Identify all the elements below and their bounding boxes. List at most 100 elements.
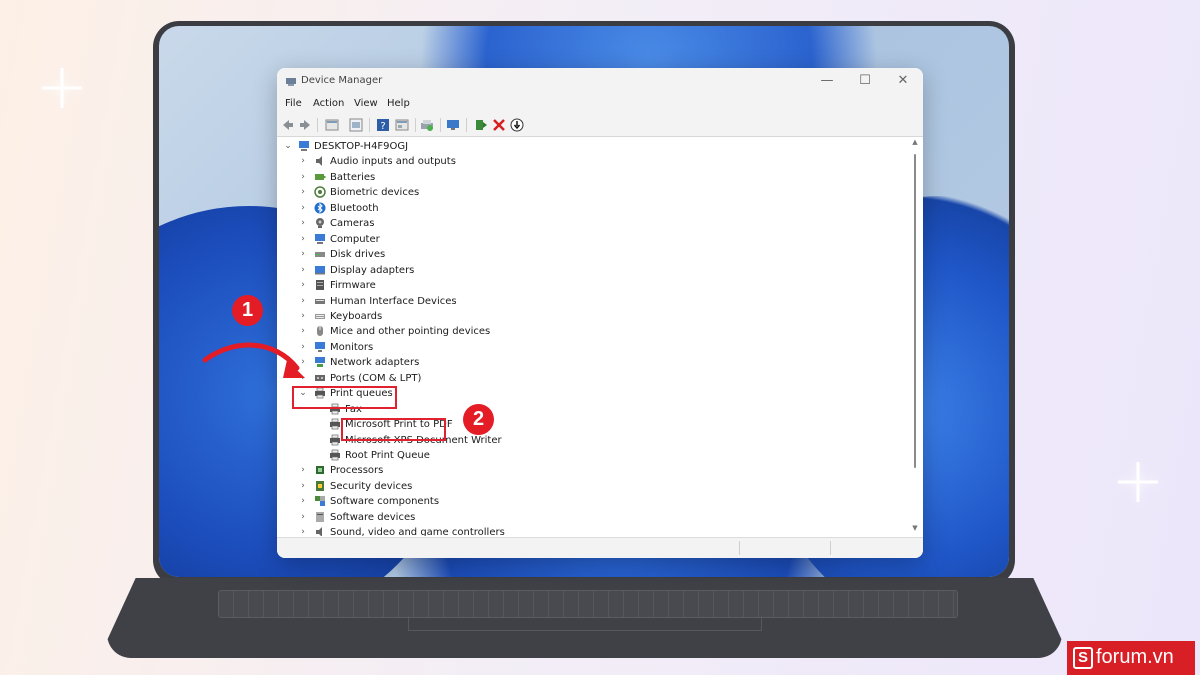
tree-item-label: DESKTOP-H4F9OGJ <box>314 141 409 152</box>
monitor-icon <box>315 341 325 352</box>
back-arrow-icon[interactable] <box>281 118 295 132</box>
tree-root[interactable]: ⌄ DESKTOP-H4F9OGJ <box>277 139 907 154</box>
expand-chevron-icon[interactable]: › <box>298 479 308 494</box>
device-manager-window: Device Manager — ☐ ✕ File Action View He… <box>277 68 923 558</box>
expand-chevron-icon[interactable]: › <box>298 232 308 247</box>
tree-category[interactable]: › Security devices <box>277 479 907 494</box>
network-adapter-icon <box>315 357 325 368</box>
scan-hardware-icon[interactable] <box>446 118 460 132</box>
tree-category[interactable]: ›Ports (COM & LPT) <box>277 371 907 386</box>
tree-category[interactable]: › Batteries <box>277 170 907 185</box>
tree-item-label: Mice and other pointing devices <box>330 326 491 338</box>
collapse-chevron-icon[interactable]: ⌄ <box>283 139 293 154</box>
view-resources-icon[interactable] <box>395 118 409 132</box>
tree-item-label: Ports (COM & LPT) <box>330 372 422 384</box>
expand-chevron-icon[interactable]: › <box>298 463 308 478</box>
enable-device-icon[interactable] <box>474 118 488 132</box>
disable-device-icon[interactable] <box>510 118 524 132</box>
printer-icon <box>330 434 340 445</box>
expand-chevron-icon[interactable]: › <box>298 494 308 509</box>
update-driver-icon[interactable] <box>420 118 434 132</box>
tree-category[interactable]: › Monitors <box>277 340 907 355</box>
tree-item-label: Computer <box>330 233 380 245</box>
tree-category[interactable]: › Audio inputs and outputs <box>277 154 907 169</box>
expand-chevron-icon[interactable]: › <box>298 263 308 278</box>
disk-drive-icon <box>315 252 325 258</box>
keyboard-icon <box>315 313 325 319</box>
tree-category[interactable]: › Computer <box>277 232 907 247</box>
close-button[interactable]: ✕ <box>884 70 922 92</box>
microsoft-print-to-pdf-highlight <box>341 418 446 441</box>
minimize-button[interactable]: — <box>808 70 846 92</box>
menu-file[interactable]: File <box>285 98 302 109</box>
forward-arrow-icon[interactable] <box>298 118 312 132</box>
tree-item-label: Audio inputs and outputs <box>330 156 456 168</box>
tree-category[interactable]: › Display adapters <box>277 263 907 278</box>
brand-logo: S forum.vn <box>1067 641 1195 675</box>
tree-category[interactable]: › Processors <box>277 463 907 478</box>
tree-device[interactable]: Root Print Queue <box>277 448 907 463</box>
tree-item-label: Network adapters <box>330 357 420 369</box>
keyboard <box>218 590 958 618</box>
tree-item-label: Cameras <box>330 218 375 230</box>
tree-category[interactable]: › Software components <box>277 494 907 509</box>
annotation-arrow <box>202 342 305 378</box>
help-icon[interactable]: ? <box>376 118 390 132</box>
tree-item-label: Batteries <box>330 171 376 183</box>
software-device-icon <box>316 511 324 522</box>
tree-item-label: Keyboards <box>330 310 383 322</box>
show-hidden-icon[interactable] <box>349 118 363 132</box>
tree-category[interactable]: › Biometric devices <box>277 185 907 200</box>
title-bar[interactable]: Device Manager — ☐ ✕ <box>277 68 923 94</box>
sparkle <box>42 68 82 108</box>
tree-category[interactable]: › Cameras <box>277 216 907 231</box>
scrollbar-thumb[interactable] <box>914 154 916 468</box>
tree-category[interactable]: › Firmware <box>277 278 907 293</box>
expand-chevron-icon[interactable]: › <box>298 170 308 185</box>
port-icon <box>315 374 325 381</box>
expand-chevron-icon[interactable]: › <box>298 154 308 169</box>
expand-chevron-icon[interactable]: › <box>298 309 308 324</box>
toolbar: ? <box>277 114 923 137</box>
tree-category[interactable]: › Sound, video and game controllers <box>277 525 907 536</box>
tree-item-label: Firmware <box>330 280 376 292</box>
expand-chevron-icon[interactable]: › <box>298 525 308 536</box>
tree-item-label: Root Print Queue <box>345 450 430 461</box>
uninstall-icon[interactable] <box>492 118 506 132</box>
expand-chevron-icon[interactable]: › <box>298 201 308 216</box>
tree-category[interactable]: › Network adapters <box>277 355 907 370</box>
tree-category[interactable]: › Disk drives <box>277 247 907 262</box>
sparkle <box>1118 462 1158 502</box>
speaker-icon <box>316 156 322 167</box>
expand-chevron-icon[interactable]: › <box>298 278 308 293</box>
bluetooth-icon <box>314 202 326 214</box>
tree-category[interactable]: › Keyboards <box>277 309 907 324</box>
expand-chevron-icon[interactable]: › <box>298 294 308 309</box>
vertical-scrollbar[interactable]: ▲ ▼ <box>911 138 919 536</box>
tree-category[interactable]: › Software devices <box>277 510 907 525</box>
tree-item-label: Monitors <box>330 341 374 353</box>
tree-category[interactable]: › Bluetooth <box>277 201 907 216</box>
menu-view[interactable]: View <box>354 98 378 109</box>
menu-help[interactable]: Help <box>387 98 410 109</box>
computer-icon <box>315 233 325 244</box>
expand-chevron-icon[interactable]: › <box>298 247 308 262</box>
touchpad <box>408 616 762 631</box>
tree-item-label: Bluetooth <box>330 202 379 214</box>
expand-chevron-icon[interactable]: › <box>298 510 308 525</box>
device-tree: ⌄ DESKTOP-H4F9OGJ › Audio inputs and output… <box>277 137 923 536</box>
menu-action[interactable]: Action <box>313 98 344 109</box>
tree-category[interactable]: › Human Interface Devices <box>277 294 907 309</box>
tree-item-label: Biometric devices <box>330 187 420 199</box>
tree-category[interactable]: › Mice and other pointing devices <box>277 324 907 339</box>
processor-icon <box>316 466 324 475</box>
tree-item-label: Processors <box>330 465 384 477</box>
step-2-badge: 2 <box>463 404 494 435</box>
brand-text: forum.vn <box>1096 646 1174 668</box>
maximize-button[interactable]: ☐ <box>846 70 884 92</box>
expand-chevron-icon[interactable]: › <box>298 216 308 231</box>
status-bar <box>277 537 923 558</box>
expand-chevron-icon[interactable]: › <box>298 185 308 200</box>
properties-icon[interactable] <box>325 118 339 132</box>
sound-controller-icon <box>316 527 322 536</box>
